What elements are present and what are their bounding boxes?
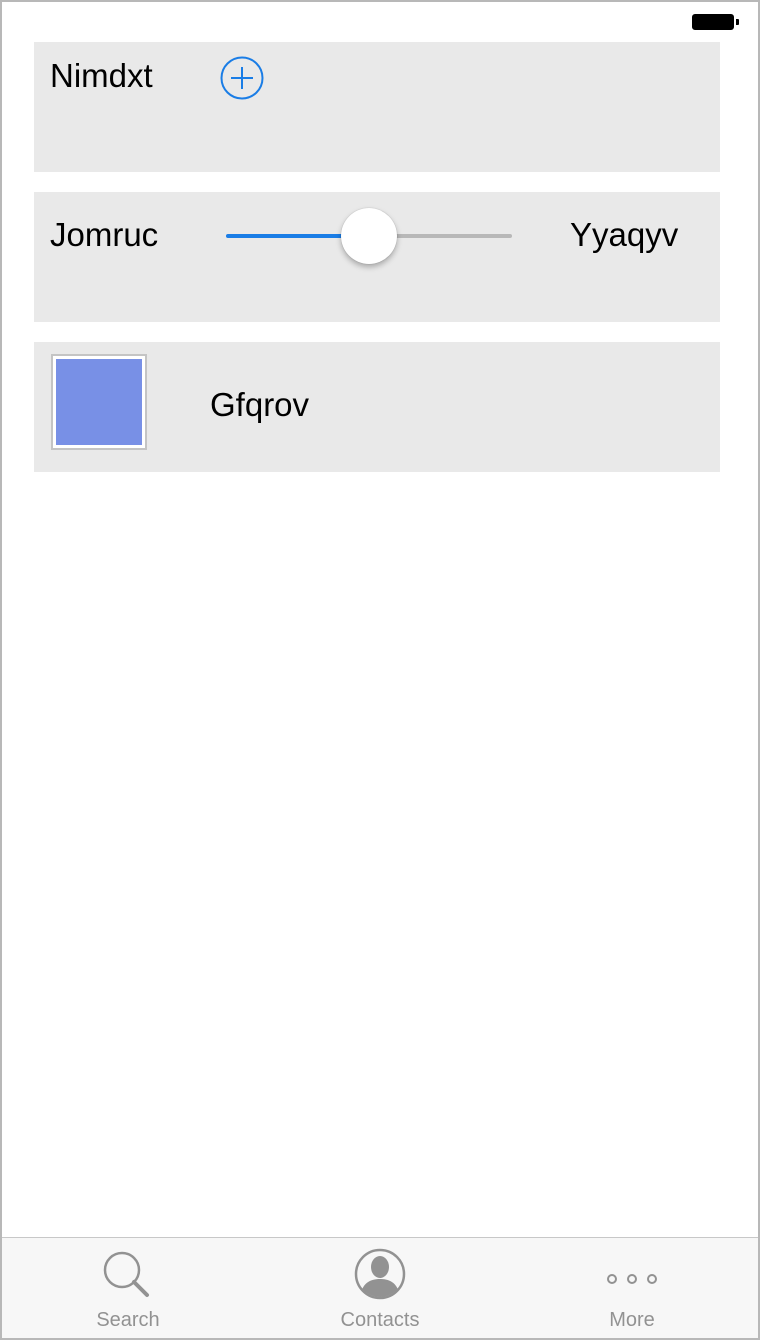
status-bar (2, 2, 758, 42)
tab-search-label: Search (96, 1309, 160, 1331)
tab-more-label: More (609, 1309, 655, 1331)
tab-search[interactable]: Search (2, 1238, 254, 1338)
tab-contacts[interactable]: Contacts (254, 1238, 506, 1338)
tab-more[interactable]: More (506, 1238, 758, 1338)
battery-tip (736, 19, 739, 25)
contact-person-icon (354, 1248, 406, 1300)
battery-full-icon (692, 14, 734, 30)
stepper-row: Nimdxt (34, 42, 720, 172)
slider-row: Jomruc Yyaqyv (34, 192, 720, 322)
color-row: Gfqrov (34, 342, 720, 472)
slider-thumb[interactable] (341, 208, 397, 264)
slider-min-label: Jomruc (50, 216, 159, 253)
more-dots-icon (607, 1274, 657, 1284)
search-icon (103, 1251, 149, 1297)
color-swatch[interactable] (51, 354, 147, 450)
add-button[interactable] (220, 56, 264, 100)
color-swatch-fill (56, 359, 142, 445)
slider-max-label: Yyaqyv (570, 216, 679, 253)
stepper-label: Nimdxt (50, 57, 153, 94)
tab-contacts-label: Contacts (340, 1309, 420, 1331)
slider[interactable] (226, 206, 512, 266)
phone-screen: Nimdxt Jomruc Yyaqyv Gfqrov Search Conta… (0, 0, 760, 1340)
color-label: Gfqrov (210, 386, 310, 423)
plus-circle-icon (220, 56, 264, 100)
tab-bar: Search Contacts More (2, 1237, 758, 1338)
